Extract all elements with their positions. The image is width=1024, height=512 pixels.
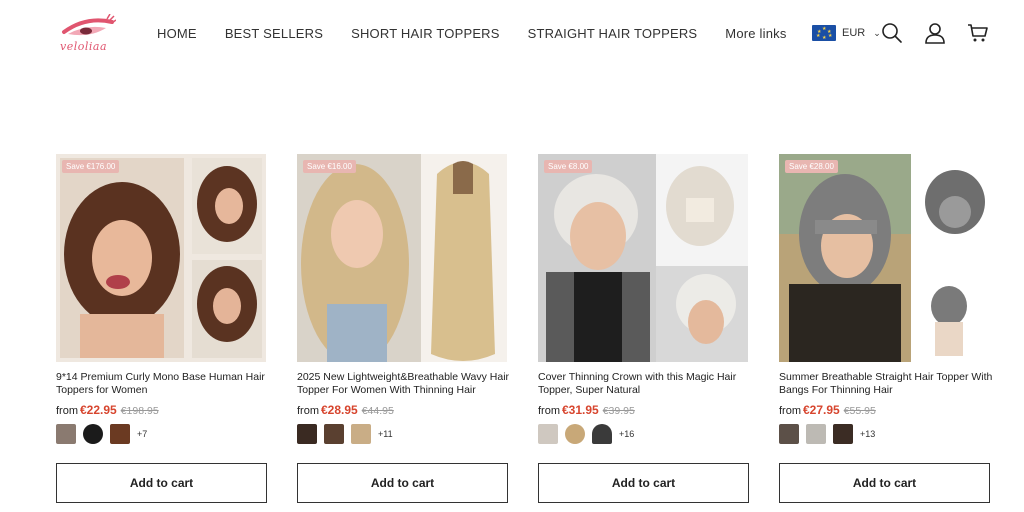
main-nav: HOME BEST SELLERS SHORT HAIR TOPPERS STR… bbox=[157, 26, 787, 41]
compare-price: €44.95 bbox=[361, 405, 394, 417]
search-icon[interactable] bbox=[881, 22, 903, 44]
price-from-label: from bbox=[779, 405, 801, 417]
price-from-label: from bbox=[538, 405, 560, 417]
variant-swatch[interactable] bbox=[297, 424, 317, 444]
product-grid: Save €176.00 9*14 Premium Curly Mono Bas… bbox=[56, 154, 993, 512]
add-to-cart-button[interactable]: Add to cart bbox=[56, 463, 267, 503]
price-from-label: from bbox=[56, 405, 78, 417]
sale-price: €31.95 bbox=[562, 403, 599, 417]
currency-code: EUR bbox=[842, 27, 866, 39]
add-to-cart-button[interactable]: Add to cart bbox=[779, 463, 990, 503]
add-to-cart-button[interactable]: Add to cart bbox=[538, 463, 749, 503]
product-image[interactable]: Save €176.00 bbox=[56, 154, 266, 362]
cart-icon[interactable] bbox=[967, 22, 989, 44]
product-photo-curly bbox=[60, 158, 262, 358]
product-image[interactable]: Save €16.00 bbox=[297, 154, 507, 362]
save-badge: Save €16.00 bbox=[303, 160, 356, 173]
product-title[interactable]: 9*14 Premium Curly Mono Base Human Hair … bbox=[56, 371, 270, 397]
product-image[interactable]: Save €8.00 bbox=[538, 154, 748, 362]
variant-swatches: +13 bbox=[779, 424, 875, 444]
currency-selector[interactable]: ★ ★ ★ ★ ★ ★ EUR ⌄ bbox=[812, 25, 881, 41]
nav-home[interactable]: HOME bbox=[157, 26, 197, 41]
variant-swatch[interactable] bbox=[806, 424, 826, 444]
brand-name: veloliaa bbox=[60, 40, 108, 53]
price-row: from €27.95 €55.95 bbox=[779, 403, 876, 417]
variant-swatch[interactable] bbox=[83, 424, 103, 444]
chevron-down-icon: ⌄ bbox=[873, 27, 881, 38]
more-variants-count[interactable]: +11 bbox=[378, 429, 393, 439]
save-badge: Save €8.00 bbox=[544, 160, 593, 173]
price-row: from €28.95 €44.95 bbox=[297, 403, 394, 417]
price-from-label: from bbox=[297, 405, 319, 417]
product-photo-straight-bangs bbox=[779, 154, 989, 362]
save-badge: Save €176.00 bbox=[62, 160, 120, 173]
nav-short-hair-toppers[interactable]: SHORT HAIR TOPPERS bbox=[351, 26, 500, 41]
compare-price: €55.95 bbox=[843, 405, 876, 417]
variant-swatch[interactable] bbox=[56, 424, 76, 444]
variant-swatches: +16 bbox=[538, 424, 634, 444]
more-variants-count[interactable]: +7 bbox=[137, 429, 147, 439]
product-photo-wavy-blonde bbox=[297, 154, 507, 362]
product-title[interactable]: Summer Breathable Straight Hair Topper W… bbox=[779, 371, 993, 397]
variant-swatch[interactable] bbox=[833, 424, 853, 444]
eu-flag-icon: ★ ★ ★ ★ ★ ★ bbox=[812, 25, 836, 41]
nav-best-sellers[interactable]: BEST SELLERS bbox=[225, 26, 323, 41]
more-variants-count[interactable]: +16 bbox=[619, 429, 634, 439]
sale-price: €27.95 bbox=[803, 403, 840, 417]
save-badge: Save €28.00 bbox=[785, 160, 838, 173]
nav-more-links[interactable]: More links bbox=[725, 26, 786, 41]
site-header: veloliaa HOME BEST SELLERS SHORT HAIR TO… bbox=[0, 0, 1024, 66]
compare-price: €39.95 bbox=[602, 405, 635, 417]
variant-swatch[interactable] bbox=[779, 424, 799, 444]
price-row: from €22.95 €198.95 bbox=[56, 403, 159, 417]
variant-swatch[interactable] bbox=[110, 424, 130, 444]
variant-swatch[interactable] bbox=[351, 424, 371, 444]
variant-swatch[interactable] bbox=[565, 424, 585, 444]
nav-straight-hair-toppers[interactable]: STRAIGHT HAIR TOPPERS bbox=[528, 26, 698, 41]
variant-swatch[interactable] bbox=[538, 424, 558, 444]
account-icon[interactable] bbox=[924, 22, 946, 44]
product-title[interactable]: Cover Thinning Crown with this Magic Hai… bbox=[538, 371, 752, 397]
variant-swatches: +7 bbox=[56, 424, 147, 444]
price-row: from €31.95 €39.95 bbox=[538, 403, 635, 417]
brand-logo[interactable]: veloliaa bbox=[58, 13, 117, 54]
variant-swatch[interactable] bbox=[324, 424, 344, 444]
add-to-cart-button[interactable]: Add to cart bbox=[297, 463, 508, 503]
variant-swatches: +11 bbox=[297, 424, 393, 444]
product-image[interactable]: Save €28.00 bbox=[779, 154, 989, 362]
product-title[interactable]: 2025 New Lightweight&Breathable Wavy Hai… bbox=[297, 371, 511, 397]
product-photo-silver-crown bbox=[538, 154, 748, 362]
sale-price: €28.95 bbox=[321, 403, 358, 417]
compare-price: €198.95 bbox=[120, 405, 159, 417]
more-variants-count[interactable]: +13 bbox=[860, 429, 875, 439]
sale-price: €22.95 bbox=[80, 403, 117, 417]
variant-swatch[interactable] bbox=[592, 424, 612, 444]
